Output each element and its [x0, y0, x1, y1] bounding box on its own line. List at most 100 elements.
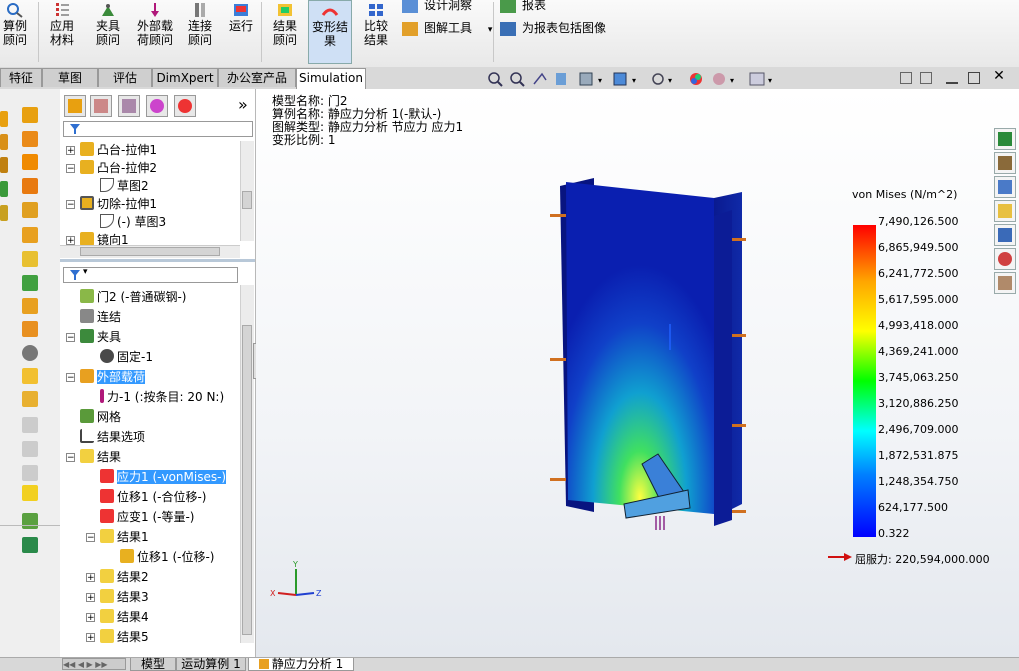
- previous-view-icon[interactable]: [533, 72, 547, 85]
- configuration-tab[interactable]: [118, 95, 140, 117]
- expand-toggle[interactable]: −: [66, 453, 75, 463]
- report-button[interactable]: 报表: [500, 0, 546, 14]
- tab-office-products[interactable]: 办公室产品: [218, 68, 296, 87]
- tile-icon[interactable]: [900, 72, 912, 84]
- clamp-icon[interactable]: [22, 391, 38, 407]
- split-icon[interactable]: [22, 321, 38, 337]
- arrow-down-icon[interactable]: [22, 178, 38, 194]
- section-view-icon[interactable]: [556, 73, 566, 85]
- expand-toggle[interactable]: +: [86, 573, 95, 583]
- delete-icon[interactable]: [22, 345, 38, 361]
- simulation-resources-icon[interactable]: [994, 128, 1016, 150]
- scroll-thumb[interactable]: [242, 191, 252, 209]
- tile-icon[interactable]: [920, 72, 932, 84]
- expand-toggle[interactable]: +: [86, 593, 95, 603]
- tree-item-part[interactable]: 门2 (-普通碳钢-): [80, 288, 186, 307]
- tree-item-result-options[interactable]: 结果选项: [80, 428, 145, 447]
- plot-tools-button[interactable]: 图解工具 ▾: [402, 19, 492, 37]
- tree-item-fixed[interactable]: 固定-1: [100, 348, 153, 367]
- plate-icon[interactable]: [22, 251, 38, 267]
- design-insight-button[interactable]: 设计洞察: [402, 0, 472, 14]
- display-manager-tab[interactable]: [174, 95, 196, 117]
- zoom-area-icon[interactable]: [510, 72, 525, 87]
- scroll-thumb[interactable]: [80, 247, 220, 256]
- fixtures-advisor-button[interactable]: 夹具顾问: [88, 0, 128, 64]
- tree-item[interactable]: (-) 草图3: [100, 213, 166, 232]
- custom-properties-icon[interactable]: [994, 272, 1016, 294]
- contact-icon[interactable]: [22, 275, 38, 291]
- restore-icon[interactable]: [968, 72, 980, 84]
- box-icon[interactable]: [22, 368, 38, 384]
- scene-icon[interactable]: [713, 73, 725, 85]
- compare-results-button[interactable]: 比较结果: [355, 0, 397, 64]
- tab-features[interactable]: 特征: [0, 68, 42, 87]
- dropdown-arrow-icon[interactable]: ▾: [83, 267, 88, 277]
- tree-item-result-folder[interactable]: 结果2: [100, 568, 149, 587]
- feature-tree-tab[interactable]: [64, 95, 86, 117]
- tree-item-displacement[interactable]: 位移1 (-合位移-): [100, 488, 206, 507]
- weld-icon[interactable]: [22, 107, 38, 123]
- partial-icon[interactable]: [0, 205, 8, 221]
- tab-evaluate[interactable]: 评估: [98, 68, 152, 87]
- spring-icon[interactable]: [22, 202, 38, 218]
- expand-toggle[interactable]: −: [86, 533, 95, 543]
- external-loads-advisor-button[interactable]: 外部载荷顾问: [134, 0, 176, 64]
- property-manager-tab[interactable]: [90, 95, 112, 117]
- tree-item-displacement-plot[interactable]: 位移1 (-位移-): [120, 548, 214, 567]
- tree-item-external-loads[interactable]: 外部载荷: [80, 368, 146, 387]
- appearances-icon[interactable]: [994, 248, 1016, 270]
- view-orientation-icon[interactable]: [579, 72, 593, 86]
- feature-tree-scrollbar[interactable]: [240, 141, 254, 241]
- tree-item-result-folder[interactable]: 结果1: [100, 528, 149, 547]
- panel-splitter[interactable]: [60, 259, 255, 262]
- tree-item-fixtures[interactable]: 夹具: [80, 328, 121, 347]
- tree-item-results[interactable]: 结果: [80, 448, 121, 467]
- expand-toggle[interactable]: +: [86, 633, 95, 643]
- expand-toggle[interactable]: +: [66, 146, 75, 156]
- view-settings-icon[interactable]: [749, 72, 765, 86]
- tab-static-study[interactable]: 静应力分析 1: [248, 658, 354, 671]
- appearance-icon[interactable]: [690, 73, 702, 85]
- view-palette-icon[interactable]: [994, 224, 1016, 246]
- tree-item-force[interactable]: 力-1 (:按条目: 20 N:): [100, 388, 224, 407]
- results-box-icon[interactable]: [22, 485, 38, 501]
- tab-motion-study[interactable]: 运动算例 1: [176, 658, 246, 671]
- hide-show-icon[interactable]: [652, 73, 664, 85]
- dropdown-arrow-icon[interactable]: ▾: [730, 76, 734, 85]
- dropdown-arrow-icon[interactable]: ▾: [488, 25, 493, 35]
- study-advisor-button[interactable]: 算例顾问: [0, 0, 30, 64]
- simulation-tree-scrollbar[interactable]: [240, 285, 254, 643]
- stress-plot-model[interactable]: [546, 174, 766, 544]
- bolt-icon[interactable]: [22, 227, 38, 243]
- results-advisor-button[interactable]: 结果顾问: [264, 0, 306, 64]
- tree-item-connections[interactable]: 连结: [80, 308, 121, 327]
- sensor-icon[interactable]: [22, 513, 38, 529]
- expand-toggle[interactable]: +: [86, 613, 95, 623]
- tree-item-stress[interactable]: 应力1 (-vonMises-): [100, 468, 227, 487]
- include-image-button[interactable]: 为报表包括图像: [500, 19, 606, 37]
- expand-toggle[interactable]: −: [66, 200, 75, 210]
- tree-item[interactable]: 草图2: [100, 177, 149, 196]
- close-icon[interactable]: ✕: [992, 68, 1006, 84]
- tree-item-strain[interactable]: 应变1 (-等量-): [100, 508, 194, 527]
- expand-toggle[interactable]: +: [66, 236, 75, 246]
- feature-tree-hscrollbar[interactable]: [60, 245, 240, 258]
- run-button[interactable]: 运行: [225, 0, 257, 64]
- dropdown-arrow-icon[interactable]: ▾: [768, 76, 772, 85]
- dropdown-arrow-icon[interactable]: ▾: [632, 76, 636, 85]
- shell-icon[interactable]: [22, 154, 38, 170]
- tree-item-result-folder[interactable]: 结果4: [100, 608, 149, 627]
- expand-panel-button[interactable]: »: [238, 95, 248, 114]
- tree-item-mesh[interactable]: 网格: [80, 408, 121, 427]
- expand-toggle[interactable]: −: [66, 333, 75, 343]
- zoom-to-fit-icon[interactable]: [488, 72, 503, 87]
- dropdown-arrow-icon[interactable]: ▾: [598, 76, 602, 85]
- scroll-thumb[interactable]: [242, 325, 252, 635]
- partial-icon[interactable]: [0, 181, 8, 197]
- display-style-icon[interactable]: [613, 72, 627, 86]
- file-explorer-icon[interactable]: [994, 200, 1016, 222]
- apply-material-button[interactable]: 应用材料: [42, 0, 82, 64]
- tab-navigation-arrows[interactable]: ◀◀ ◀ ▶ ▶▶: [62, 658, 126, 670]
- tree-item[interactable]: 切除-拉伸1: [80, 195, 157, 214]
- dropdown-arrow-icon[interactable]: ▾: [668, 76, 672, 85]
